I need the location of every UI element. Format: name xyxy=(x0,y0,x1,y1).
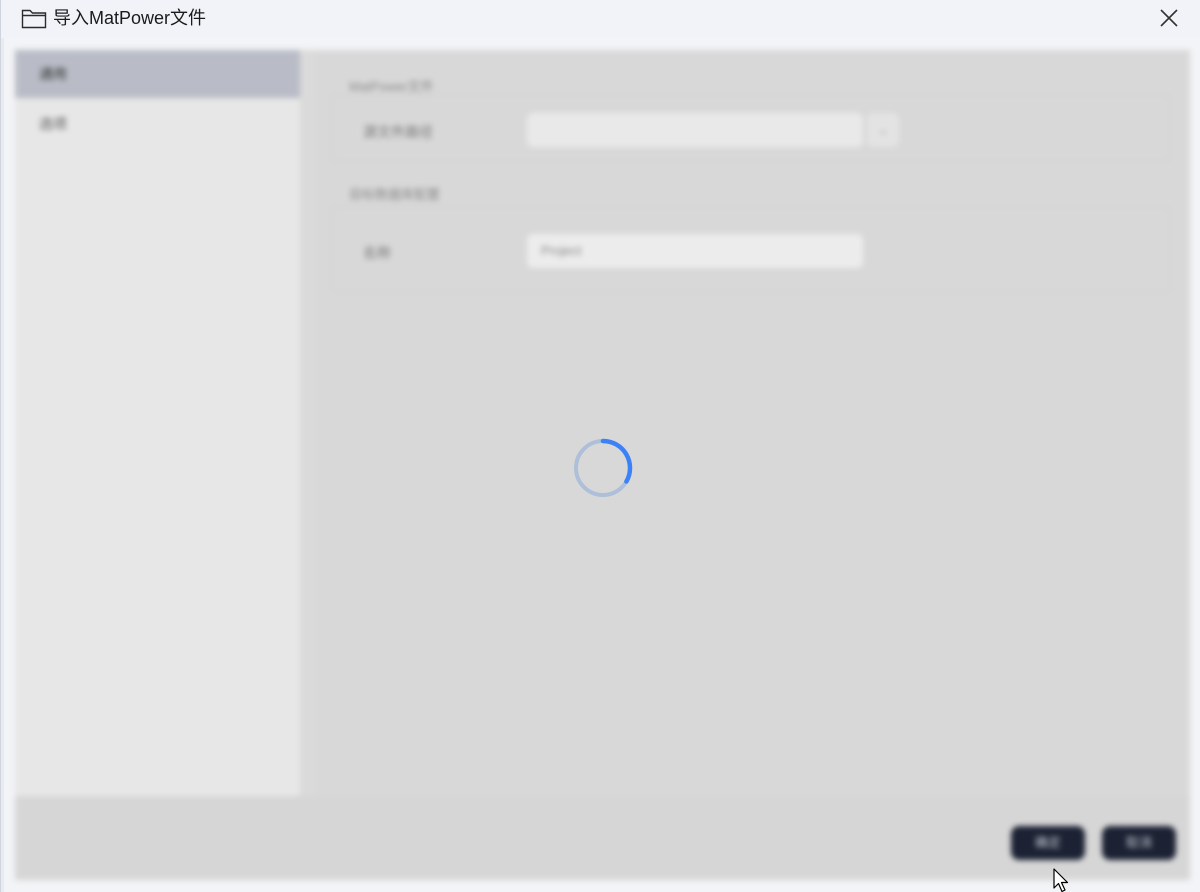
spinner-icon xyxy=(574,438,633,497)
window-edge xyxy=(1,38,4,892)
close-icon[interactable] xyxy=(1157,6,1181,30)
mouse-cursor-icon xyxy=(1053,868,1069,892)
main-panel: MatPower文件 源文件路径 ⌄ 目标数据库配置 名称 Project xyxy=(315,50,1190,796)
cancel-button[interactable]: 取消 xyxy=(1102,826,1176,860)
title-bar[interactable]: 导入MatPower文件 xyxy=(1,0,1200,38)
import-matpower-dialog: 导入MatPower文件 通用 选项 MatPower文件 源文件路径 ⌄ 目标… xyxy=(0,0,1200,892)
name-label: 名称 xyxy=(363,245,391,261)
name-input[interactable]: Project xyxy=(527,234,863,268)
section-title-target-db: 目标数据库配置 xyxy=(349,187,441,202)
chevron-down-icon[interactable]: ⌄ xyxy=(867,113,899,147)
nav-item-options[interactable]: 选项 xyxy=(15,100,300,148)
section-title-matpower: MatPower文件 xyxy=(349,79,434,94)
ok-button[interactable]: 确定 xyxy=(1011,826,1085,860)
nav-item-label: 选项 xyxy=(39,116,67,132)
folder-icon xyxy=(21,9,47,29)
source-path-label: 源文件路径 xyxy=(363,124,433,140)
nav-item-label: 通用 xyxy=(39,66,67,82)
dialog-footer: 确定 取消 xyxy=(15,796,1190,880)
nav-item-general[interactable]: 通用 xyxy=(15,50,300,98)
spinner-arc xyxy=(600,438,633,484)
window-title: 导入MatPower文件 xyxy=(53,8,207,28)
source-path-select[interactable] xyxy=(527,113,863,147)
nav-panel: 通用 选项 xyxy=(15,50,300,796)
